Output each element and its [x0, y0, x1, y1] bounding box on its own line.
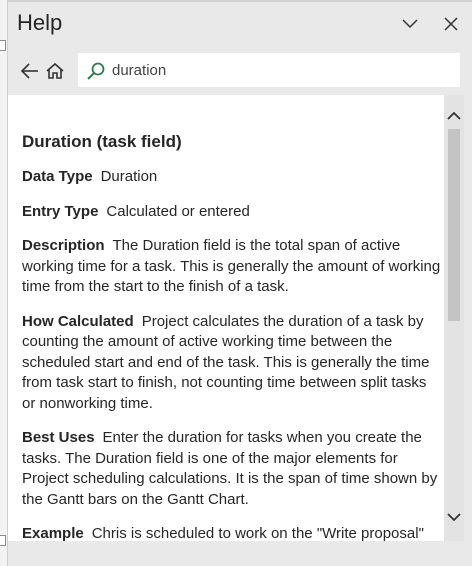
help-content[interactable]: Duration (task field) Data Type Duration … [8, 95, 452, 541]
scrollbar[interactable] [444, 95, 464, 541]
back-button[interactable] [17, 58, 43, 84]
section-text: Calculated or entered [106, 202, 250, 220]
field-entry-type: Entry Type Calculated or entered [22, 202, 442, 223]
article-title: Duration (task field) [22, 132, 182, 151]
field-how-calculated: How Calculated Project calculates the dur… [22, 312, 442, 415]
scroll-up-icon [447, 111, 461, 120]
collapse-button[interactable] [398, 12, 422, 36]
scroll-thumb[interactable] [448, 129, 460, 321]
close-button[interactable] [439, 12, 463, 36]
left-edge [0, 0, 8, 566]
help-panel: Help Duration (task field) [8, 0, 472, 566]
scroll-down-button[interactable] [446, 509, 462, 525]
section-label: Entry Type [22, 202, 99, 220]
section-label: Example [22, 525, 84, 541]
scroll-up-button[interactable] [446, 107, 462, 123]
home-icon [46, 62, 64, 79]
panel-footer [8, 541, 472, 566]
panel-title: Help [17, 10, 63, 35]
section-label: Best Uses [22, 429, 95, 446]
help-article: Duration (task field) Data Type Duration … [22, 131, 442, 541]
search-box [78, 53, 460, 87]
close-icon [444, 17, 458, 31]
section-label: Data Type [22, 168, 93, 185]
field-description: Description The Duration field is the tot… [22, 236, 442, 298]
search-input[interactable] [112, 53, 452, 87]
edge-mark [0, 535, 6, 546]
field-data-type: Data Type Duration [22, 167, 442, 188]
back-arrow-icon [20, 63, 38, 79]
edge-mark [0, 40, 6, 51]
field-best-uses: Best Uses Enter the duration for tasks wh… [22, 428, 442, 510]
section-text: Chris is scheduled to work on the "Write… [91, 525, 424, 541]
section-label: Description [22, 237, 105, 254]
field-example: Example Chris is scheduled to work on the… [22, 524, 442, 541]
section-text: Duration [100, 168, 158, 185]
top-divider [8, 0, 472, 2]
scroll-down-icon [447, 512, 461, 521]
section-label: How Calculated [22, 312, 134, 330]
chevron-down-icon [402, 19, 418, 29]
search-icon [87, 62, 105, 80]
home-button[interactable] [42, 58, 68, 84]
